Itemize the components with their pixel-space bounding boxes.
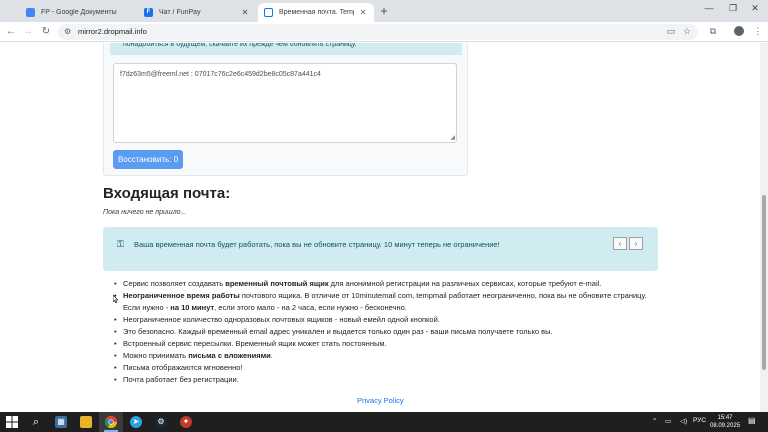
prev-button[interactable]: ‹ [613,237,627,250]
language-indicator[interactable]: РУС [693,417,706,424]
list-item: Письма отображаются мгновенно! [114,362,659,374]
scrollbar-thumb[interactable] [762,195,766,370]
restore-textarea[interactable]: f7dz63m5@freeml.net : 07017c76c2e6c459d2… [113,63,457,143]
windows-start-icon[interactable] [6,416,18,428]
system-clock[interactable]: 15:47 08.09.2025 [710,414,740,430]
key-icon: ⚿ [117,239,124,249]
list-item: Неограниченное количество одноразовых по… [114,314,659,326]
notification-icon[interactable]: ▤ [748,416,756,425]
extensions-icon[interactable]: ⧉ [707,26,719,37]
google-docs-icon [26,8,35,17]
tray-chevron-icon[interactable]: ⌃ [652,417,657,425]
info-alert-text: Ваша временная почта будет работать, пок… [134,240,500,249]
volume-icon[interactable]: ◁) [680,417,687,425]
back-arrow-icon[interactable]: ← [4,25,18,39]
menu-dots-icon[interactable]: ⋮ [752,26,764,37]
forward-arrow-icon[interactable]: → [21,25,35,39]
tab-title: Чат / FunPay [159,9,201,16]
temp-mail-icon [264,8,273,17]
browser-tab-strip: FP - Google Документы ✕ F Чат / FunPay ✕… [0,0,768,22]
privacy-policy-link[interactable]: Privacy Policy [357,396,404,405]
list-item: Неограниченное время работы почтового ящ… [114,290,659,314]
inbox-empty-note: Пока ничего не пришло... [103,209,187,216]
mouse-cursor-icon [113,295,118,303]
url-text: mirror2.dropmail.info [78,27,147,36]
close-window-icon[interactable]: ✕ [748,3,762,14]
cast-icon[interactable]: ▭ [665,26,677,37]
address-bar[interactable]: ⚙ mirror2.dropmail.info [58,24,698,40]
game-app-icon[interactable]: ✦ [180,416,192,428]
list-item: Это безопасно. Каждый временный email ад… [114,326,659,338]
browser-toolbar: ← → ↻ ⚙ mirror2.dropmail.info ▭ ☆ ⧉ ⋮ [0,22,768,42]
tab-title: Временная почта. Temp email [279,9,354,16]
next-button[interactable]: › [629,237,643,250]
chrome-icon[interactable] [104,416,117,429]
clock-time: 15:47 [717,415,733,421]
info-alert: ⚿ Ваша временная почта будет работать, п… [103,227,658,271]
minimize-icon[interactable]: — [702,3,716,13]
clock-date: 08.09.2025 [710,423,741,429]
telegram-icon[interactable]: ➤ [130,416,142,428]
close-icon[interactable]: ✕ [240,8,250,17]
steam-icon[interactable]: ⚙ [155,416,167,428]
profile-avatar[interactable] [734,26,744,36]
close-icon[interactable]: ✕ [358,8,368,17]
list-item: Почта работает без регистрации. [114,374,659,386]
restore-textarea-value: f7dz63m5@freeml.net : 07017c76c2e6c459d2… [120,71,321,78]
network-icon[interactable]: ▭ [665,417,671,425]
tab-temp-mail[interactable]: Временная почта. Temp email ✕ [258,3,374,22]
file-explorer-icon[interactable] [80,416,92,428]
resize-handle-icon[interactable]: ◢ [450,134,455,141]
bookmark-star-icon[interactable]: ☆ [681,26,693,37]
site-info-icon[interactable]: ⚙ [64,27,71,36]
list-item: Можно принимать письма с вложениями. [114,350,659,362]
funpay-icon: F [144,8,153,17]
inbox-heading: Входящая почта: [103,185,231,202]
list-item: Сервис позволяет создавать временный поч… [114,278,659,290]
reload-icon[interactable]: ↻ [39,25,53,39]
search-icon[interactable]: ⌕ [30,416,42,428]
features-list: Сервис позволяет создавать временный поч… [114,278,659,386]
calculator-icon[interactable]: ▦ [55,416,67,428]
page-content: понадобиться в будущем, скачайте их преж… [0,43,760,412]
restore-button[interactable]: Восстановить: 0 [113,150,183,169]
tab-funpay-chat[interactable]: F Чат / FunPay ✕ [138,3,256,22]
list-item: Встроенный сервис пересылки. Временный я… [114,338,659,350]
maximize-icon[interactable]: ❐ [726,3,740,14]
top-warning-alert: понадобиться в будущем, скачайте их преж… [110,43,462,55]
new-tab-icon[interactable]: + [377,4,391,18]
